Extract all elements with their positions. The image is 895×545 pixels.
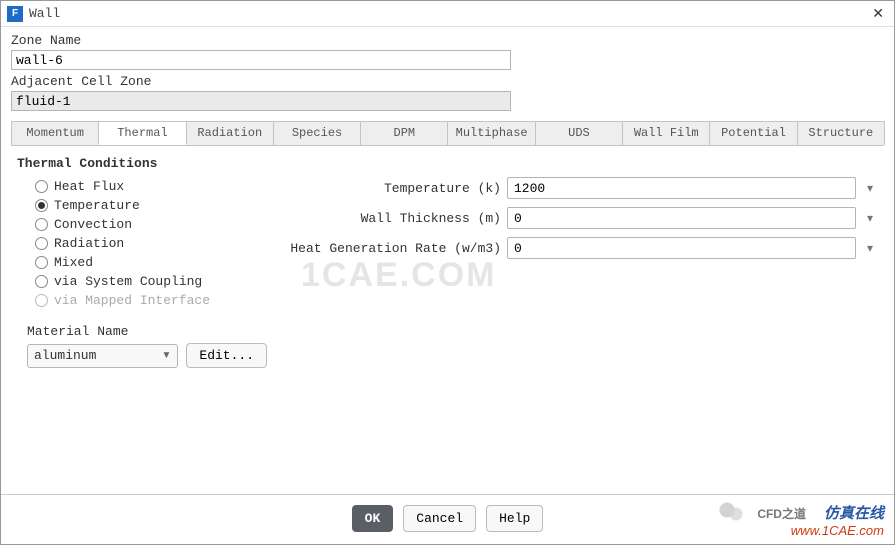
heat-gen-rate-input[interactable]: [507, 237, 856, 259]
thermal-conditions-title: Thermal Conditions: [17, 156, 878, 171]
ok-button[interactable]: OK: [352, 505, 394, 532]
radio-heat-flux[interactable]: [35, 180, 48, 193]
temperature-label: Temperature (k): [267, 181, 507, 196]
tab-dpm[interactable]: DPM: [360, 121, 448, 145]
material-value: aluminum: [34, 348, 96, 363]
label-system-coupling: via System Coupling: [54, 274, 202, 289]
radio-mapped-interface: [35, 294, 48, 307]
radio-mixed[interactable]: [35, 256, 48, 269]
close-icon[interactable]: ✕: [868, 5, 888, 22]
material-combo[interactable]: aluminum ▼: [27, 344, 178, 368]
material-name-label: Material Name: [27, 324, 267, 339]
help-button[interactable]: Help: [486, 505, 543, 532]
wall-thickness-input[interactable]: [507, 207, 856, 229]
thermal-panel: Thermal Conditions Heat Flux Temperature…: [11, 146, 884, 494]
adjacent-zone-label: Adjacent Cell Zone: [11, 74, 884, 89]
tab-radiation[interactable]: Radiation: [186, 121, 274, 145]
radio-radiation[interactable]: [35, 237, 48, 250]
dialog-footer: OK Cancel Help: [1, 494, 894, 544]
tab-potential[interactable]: Potential: [709, 121, 797, 145]
label-heat-flux: Heat Flux: [54, 179, 124, 194]
tab-multiphase[interactable]: Multiphase: [447, 121, 535, 145]
temperature-menu-icon[interactable]: ▾: [862, 181, 878, 195]
adjacent-zone-input: [11, 91, 511, 111]
window-title: Wall: [29, 6, 868, 21]
label-mixed: Mixed: [54, 255, 93, 270]
wall-thickness-label: Wall Thickness (m): [267, 211, 507, 226]
label-radiation: Radiation: [54, 236, 124, 251]
thermal-options: Heat Flux Temperature Convection Radiati…: [17, 177, 267, 368]
cancel-button[interactable]: Cancel: [403, 505, 476, 532]
radio-convection[interactable]: [35, 218, 48, 231]
label-mapped-interface: via Mapped Interface: [54, 293, 210, 308]
tab-species[interactable]: Species: [273, 121, 361, 145]
dialog-content: Zone Name Adjacent Cell Zone Momentum Th…: [1, 27, 894, 494]
tabs: Momentum Thermal Radiation Species DPM M…: [11, 121, 884, 146]
wall-thickness-menu-icon[interactable]: ▾: [862, 211, 878, 225]
heat-gen-rate-menu-icon[interactable]: ▾: [862, 241, 878, 255]
tab-thermal[interactable]: Thermal: [98, 121, 186, 145]
titlebar: F Wall ✕: [1, 1, 894, 27]
app-icon: F: [7, 6, 23, 22]
chevron-down-icon: ▼: [161, 350, 171, 361]
edit-material-button[interactable]: Edit...: [186, 343, 267, 368]
zone-name-input[interactable]: [11, 50, 511, 70]
temperature-input[interactable]: [507, 177, 856, 199]
tab-momentum[interactable]: Momentum: [11, 121, 99, 145]
zone-name-label: Zone Name: [11, 33, 884, 48]
tab-wall-film[interactable]: Wall Film: [622, 121, 710, 145]
tab-uds[interactable]: UDS: [535, 121, 623, 145]
thermal-params: Temperature (k) ▾ Wall Thickness (m) ▾ H…: [267, 177, 878, 368]
tab-structure[interactable]: Structure: [797, 121, 885, 145]
label-temperature: Temperature: [54, 198, 140, 213]
heat-gen-rate-label: Heat Generation Rate (w/m3): [267, 241, 507, 256]
radio-system-coupling[interactable]: [35, 275, 48, 288]
label-convection: Convection: [54, 217, 132, 232]
radio-temperature[interactable]: [35, 199, 48, 212]
